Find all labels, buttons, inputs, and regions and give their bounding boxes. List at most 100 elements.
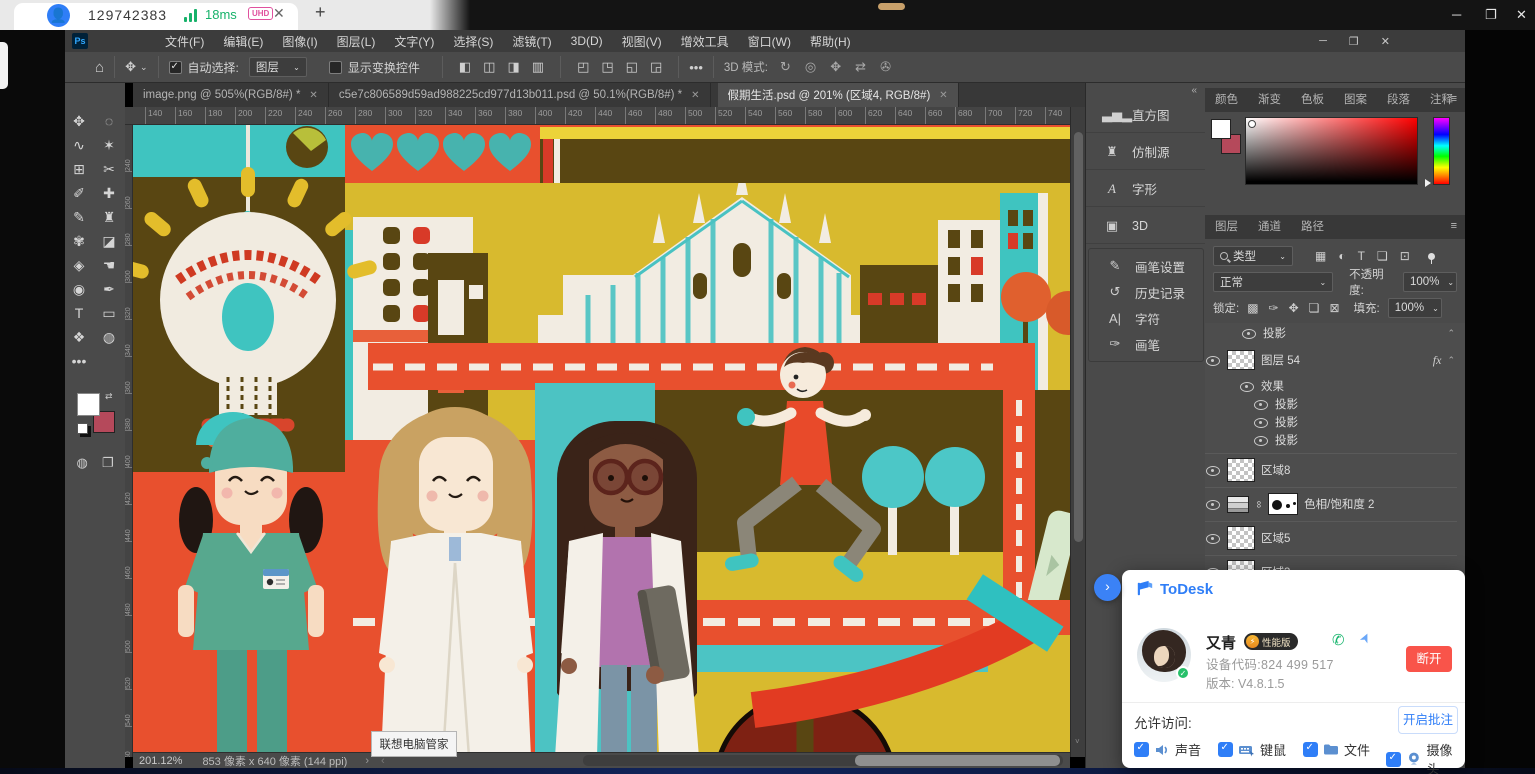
menu-item[interactable]: 图像(I) — [282, 33, 317, 50]
visibility-eye-icon[interactable] — [1205, 531, 1221, 545]
scroll-down-icon[interactable]: ˅ — [1075, 737, 1080, 746]
layer-row[interactable]: 区域8 — [1205, 455, 1465, 485]
hue-slider[interactable] — [1433, 117, 1450, 185]
move-tool-icon[interactable]: ✥ — [125, 59, 136, 75]
visibility-eye-icon[interactable] — [1205, 353, 1221, 367]
panel-tab[interactable]: 渐变 — [1248, 86, 1291, 112]
menu-item[interactable]: 增效工具 — [681, 33, 729, 50]
smudge-tool[interactable]: ☚ — [95, 253, 123, 277]
panel-tab[interactable]: 色板 — [1291, 86, 1334, 112]
brush-tool[interactable]: ✎ — [65, 205, 93, 229]
visibility-eye-icon[interactable] — [1241, 326, 1257, 340]
more-options-icon[interactable]: ••• — [689, 60, 703, 75]
blend-mode-dropdown[interactable]: 正常⌄ — [1213, 272, 1333, 292]
auto-select-target-dropdown[interactable]: 图层⌄ — [249, 57, 307, 77]
panel-tab[interactable]: 图层 — [1205, 213, 1248, 239]
menu-item[interactable]: 帮助(H) — [810, 33, 851, 50]
lock-icon[interactable]: ✥ — [1289, 301, 1299, 315]
client-maximize-button[interactable]: ❐ — [1485, 7, 1497, 23]
horizontal-scrollbar[interactable] — [583, 755, 1063, 766]
healing-brush-tool[interactable]: ✚ — [95, 181, 123, 205]
visibility-eye-icon[interactable] — [1205, 463, 1221, 477]
zoom-level[interactable]: 201.12% — [139, 755, 182, 767]
camera-checkbox[interactable] — [1386, 752, 1401, 767]
remote-cursor-icon[interactable]: ➤ — [1356, 630, 1375, 647]
menu-item[interactable]: 选择(S) — [453, 33, 493, 50]
hue-slider-arrow[interactable] — [1425, 179, 1431, 187]
panel-button-brush-settings[interactable]: ✎ 画笔设置 — [1089, 253, 1209, 279]
foreground-color-swatch[interactable] — [1211, 119, 1231, 139]
fill-value[interactable]: 100%⌄ — [1388, 298, 1442, 318]
client-minimize-button[interactable]: ─ — [1452, 7, 1461, 22]
ps-restore-button[interactable]: ❐ — [1349, 35, 1359, 48]
visibility-eye-icon[interactable] — [1253, 415, 1269, 429]
layer-thumbnail[interactable] — [1227, 350, 1255, 370]
permission-keyboard-mouse[interactable]: 键鼠 — [1218, 740, 1286, 759]
permission-audio[interactable]: 声音 — [1134, 740, 1201, 759]
panel-button-clone-source[interactable]: ♜ 仿制源 — [1086, 134, 1206, 170]
zoom-tool[interactable]: ◍ — [95, 325, 123, 349]
distribute-icon[interactable]: ◰ — [577, 59, 589, 75]
layer-effect-row[interactable]: 投影 — [1205, 413, 1465, 431]
layer-effect-row[interactable]: 投影 — [1205, 431, 1465, 449]
gradient-tool[interactable]: ◈ — [65, 253, 93, 277]
chevron-down-icon[interactable]: ⌄ — [140, 62, 148, 73]
history-brush-tool[interactable]: ✾ — [65, 229, 93, 253]
layer-filter-icon[interactable]: ▦ — [1315, 249, 1326, 263]
visibility-eye-icon[interactable] — [1205, 497, 1221, 511]
layer-effect-row[interactable]: 投影 ⌃ — [1205, 325, 1465, 341]
home-icon[interactable]: ⌂ — [95, 59, 104, 76]
panel-menu-icon[interactable]: ≡ — [1451, 220, 1457, 232]
crop-tool[interactable]: ⊞ — [65, 157, 93, 181]
menu-item[interactable]: 窗口(W) — [748, 33, 791, 50]
uhd-quality-badge[interactable]: UHD — [248, 7, 273, 20]
layer-mask-thumbnail[interactable] — [1268, 493, 1298, 515]
align-icon[interactable]: ◨ — [507, 59, 519, 75]
audio-checkbox[interactable] — [1134, 742, 1149, 757]
marquee-tool[interactable]: ◌ — [95, 109, 123, 133]
panel-button-character[interactable]: A| 字符 — [1089, 305, 1209, 331]
ps-close-button[interactable]: ✕ — [1381, 35, 1390, 48]
document-tab-active[interactable]: 假期生活.psd @ 201% (区域4, RGB/8#)✕ — [718, 83, 959, 107]
hand-tool[interactable]: ❖ — [65, 325, 93, 349]
panel-button-histogram[interactable]: ▃▅▂ 直方图 — [1086, 97, 1206, 133]
color-cursor[interactable] — [1248, 120, 1256, 128]
panel-tab[interactable]: 颜色 — [1205, 86, 1248, 112]
lasso-tool[interactable]: ∿ — [65, 133, 93, 157]
tab-close-icon[interactable]: ✕ — [939, 90, 947, 101]
lock-icon[interactable]: ▩ — [1247, 301, 1258, 315]
panel-tab[interactable]: 路径 — [1291, 213, 1334, 239]
panel-tab[interactable]: 图案 — [1334, 86, 1377, 112]
document-tab[interactable]: c5e7c806589d59ad988225cd977d13b011.psd @… — [329, 83, 711, 107]
todesk-collapse-tab[interactable]: › — [1094, 574, 1121, 601]
filter-pin-icon[interactable] — [1428, 253, 1435, 260]
visibility-eye-icon[interactable] — [1253, 433, 1269, 447]
pen-tool[interactable]: ✒ — [95, 277, 123, 301]
drag-handle[interactable] — [878, 3, 905, 10]
status-next-icon[interactable]: › — [365, 755, 369, 767]
lock-icon[interactable]: ❏ — [1309, 301, 1320, 315]
visibility-eye-icon[interactable] — [1253, 397, 1269, 411]
layer-filter-icon[interactable]: ◐ — [1338, 249, 1345, 263]
enable-annotation-button[interactable]: 开启批注 — [1398, 706, 1458, 734]
layer-filter-dropdown[interactable]: 类型 ⌄ — [1213, 246, 1293, 266]
layer-filter-icon[interactable]: ⊡ — [1400, 249, 1410, 263]
3d-mode-icon[interactable]: ↻ — [780, 59, 791, 75]
panel-button-3d[interactable]: ▣ 3D — [1086, 208, 1206, 244]
new-session-button[interactable]: + — [315, 2, 326, 23]
client-close-button[interactable]: ✕ — [1516, 7, 1527, 23]
distribute-icon[interactable]: ◱ — [626, 59, 638, 75]
permission-camera[interactable]: 摄像头 — [1386, 740, 1465, 774]
layer-filter-icon[interactable]: T — [1358, 249, 1365, 263]
slice-tool[interactable]: ✂ — [95, 157, 123, 181]
tab-close-icon[interactable]: ✕ — [309, 90, 317, 101]
saturation-brightness-field[interactable] — [1245, 117, 1418, 185]
horizontal-scrollbar-thumb[interactable] — [855, 755, 1060, 766]
default-colors-icon[interactable] — [77, 423, 88, 434]
keyboard-mouse-checkbox[interactable] — [1218, 742, 1233, 757]
show-transform-controls-checkbox[interactable] — [329, 61, 342, 74]
document-tab[interactable]: image.png @ 505%(RGB/8#) *✕ — [133, 83, 329, 107]
align-icon[interactable]: ▥ — [532, 59, 544, 75]
color-swatches[interactable]: ⇄ — [77, 393, 117, 439]
quick-mask-icon[interactable]: ◍ — [77, 455, 88, 471]
